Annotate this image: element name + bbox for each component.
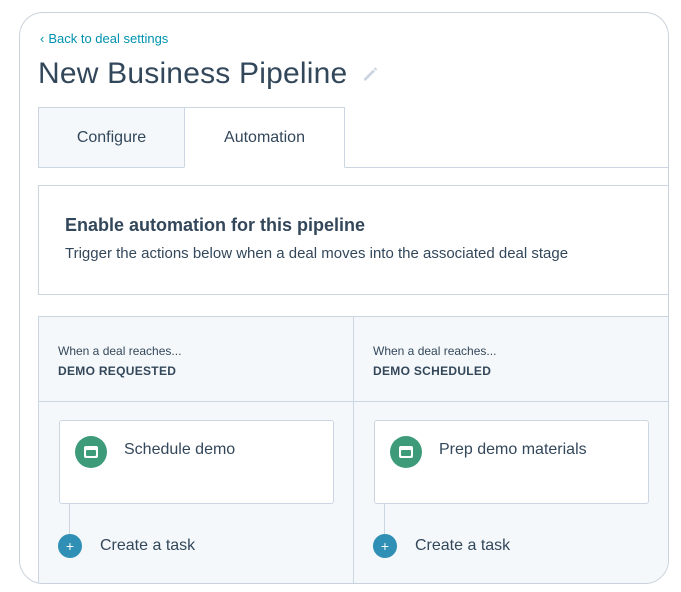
create-task-label: Create a task [415,537,511,554]
pipeline-settings-panel: ‹ Back to deal settings New Business Pipe… [19,12,669,584]
page-title: New Business Pipeline [38,57,348,90]
when-deal-reaches-label: When a deal reaches... [58,344,182,358]
task-card-schedule-demo[interactable]: Schedule demo [59,420,334,504]
chevron-left-icon: ‹ [40,31,45,46]
pencil-icon[interactable] [361,65,379,83]
tab-configure-label: Configure [76,128,147,146]
task-card-prep-demo-materials[interactable]: Prep demo materials [374,420,649,504]
tab-bar: Configure Automation [38,107,668,168]
tab-configure[interactable]: Configure [38,107,185,167]
stage-header: When a deal reaches... DEMO SCHEDULED [354,317,668,402]
back-link-label: Back to deal settings [48,31,169,46]
back-to-deal-settings-link[interactable]: ‹ Back to deal settings [40,31,168,46]
plus-icon: + [373,534,397,558]
create-task-label: Create a task [100,537,196,554]
stage-columns: When a deal reaches... DEMO REQUESTED Sc… [38,316,668,583]
tab-automation-label: Automation [224,128,305,146]
task-label: Prep demo materials [439,441,587,458]
stage-column-demo-requested: When a deal reaches... DEMO REQUESTED Sc… [39,317,354,583]
task-label: Schedule demo [124,441,236,458]
stage-header: When a deal reaches... DEMO REQUESTED [39,317,353,402]
plus-icon: + [58,534,82,558]
stage-name: DEMO REQUESTED [58,364,177,378]
enable-automation-card: Enable automation for this pipeline Trig… [38,185,668,295]
connector-line [384,504,385,534]
tab-automation[interactable]: Automation [184,107,345,168]
stage-name: DEMO SCHEDULED [373,364,492,378]
stage-column-demo-scheduled: When a deal reaches... DEMO SCHEDULED Pr… [354,317,668,583]
create-task-button[interactable]: + Create a task [373,534,510,558]
calendar-icon [75,436,107,468]
enable-automation-description: Trigger the actions below when a deal mo… [65,245,569,262]
create-task-button[interactable]: + Create a task [58,534,195,558]
when-deal-reaches-label: When a deal reaches... [373,344,497,358]
calendar-icon [390,436,422,468]
connector-line [69,504,70,534]
title-row: New Business Pipeline [38,57,379,91]
enable-automation-title: Enable automation for this pipeline [65,215,366,235]
